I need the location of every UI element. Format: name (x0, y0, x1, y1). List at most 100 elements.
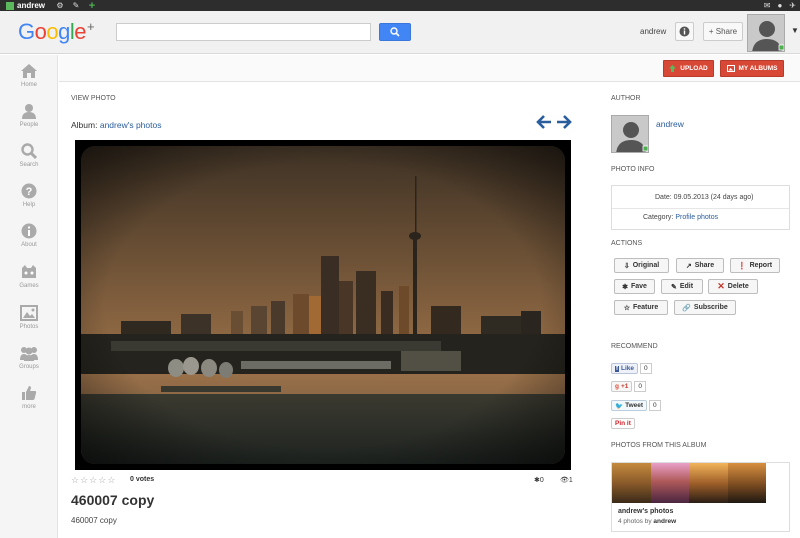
twitter-tweet[interactable]: 🐦 Tweet 0 (611, 400, 661, 411)
album-thumbnail[interactable] (689, 463, 728, 503)
sidebar: Home People Search ? Help About Games Ph… (0, 55, 58, 538)
facebook-like[interactable]: f Like 0 (611, 363, 652, 374)
info-icon (21, 223, 37, 239)
star-icon[interactable]: ☆ (89, 475, 97, 486)
wrench-icon[interactable]: ✈ (789, 1, 796, 10)
sidebar-item-photos[interactable]: Photos (0, 304, 58, 330)
album-link[interactable]: andrew's photos (100, 120, 162, 130)
star-icon[interactable]: ☆ (107, 475, 115, 486)
share-button[interactable]: + Share (703, 22, 743, 41)
album-prefix: Album: (71, 120, 98, 130)
album-card-title[interactable]: andrew's photos (618, 508, 673, 515)
delete-button[interactable]: ✕ Delete (708, 279, 758, 294)
chevron-down-icon[interactable]: ▼ (791, 26, 799, 35)
author-avatar[interactable] (611, 115, 649, 153)
sidebar-item-label: People (19, 122, 39, 128)
photo-frame (75, 140, 571, 470)
warning-icon: ❗ (737, 262, 747, 270)
sidebar-item-games[interactable]: Games (0, 263, 58, 289)
sidebar-item-label: Photos (19, 324, 39, 330)
header-username[interactable]: andrew (640, 27, 666, 36)
author-heading: AUTHOR (611, 95, 641, 102)
upload-icon (669, 65, 677, 72)
album-thumbnail[interactable] (727, 463, 766, 503)
report-button[interactable]: ❗ Report (730, 258, 780, 273)
add-icon[interactable]: + (87, 0, 97, 12)
fave-button[interactable]: ✱ Fave (614, 279, 655, 294)
sidebar-item-search[interactable]: Search (0, 142, 58, 168)
recommend-heading: RECOMMEND (611, 343, 658, 350)
user-icon[interactable]: ● (777, 1, 782, 10)
pin-it-button[interactable]: Pin it (611, 418, 635, 429)
star-rating[interactable]: ☆ ☆ ☆ ☆ ☆ (71, 475, 115, 486)
album-thumbnail[interactable] (612, 463, 651, 503)
album-card-author[interactable]: andrew (653, 518, 676, 525)
vote-count: 0 votes (130, 476, 155, 483)
sidebar-item-people[interactable]: People (0, 102, 58, 128)
star-icon[interactable]: ☆ (71, 475, 79, 486)
like-count: 0 (640, 363, 652, 374)
facebook-like-button[interactable]: f Like (611, 363, 639, 374)
sidebar-item-groups[interactable]: Groups (0, 344, 58, 370)
divider (612, 208, 789, 209)
actions-heading: ACTIONS (611, 240, 643, 247)
main-photo[interactable] (81, 146, 565, 464)
sidebar-item-help[interactable]: ? Help (0, 182, 58, 208)
star-icon[interactable]: ☆ (98, 475, 106, 486)
asterisk-icon: ✱ (622, 283, 628, 291)
author-name-link[interactable]: andrew (656, 119, 684, 129)
groups-icon (20, 347, 38, 361)
sidebar-item-label: Help (22, 202, 36, 208)
search-button[interactable] (379, 23, 411, 41)
sidebar-item-home[interactable]: Home (0, 62, 58, 88)
photo-date: Date: 09.05.2013 (24 days ago) (655, 194, 754, 201)
album-card[interactable]: andrew's photos 4 photos by andrew (611, 462, 790, 532)
edit-icon[interactable]: ✎ (71, 1, 81, 11)
avatar-silhouette-icon (748, 15, 784, 51)
green-square-icon (6, 1, 14, 10)
feature-button[interactable]: ☆ Feature (614, 300, 668, 315)
edit-button[interactable]: ✎ Edit (661, 279, 703, 294)
plusone-button[interactable]: g +1 (611, 381, 633, 392)
facebook-icon: f (615, 365, 619, 372)
upload-button[interactable]: UPLOAD (663, 60, 714, 77)
album-line: Album: andrew's photos (71, 120, 161, 130)
star-icon[interactable]: ☆ (80, 475, 88, 486)
category-link[interactable]: Profile photos (675, 214, 718, 221)
mail-icon[interactable]: ✉ (764, 1, 771, 10)
photo-info-heading: PHOTO INFO (611, 166, 655, 173)
home-icon (21, 64, 37, 78)
original-button[interactable]: ⇩ Original (614, 258, 669, 273)
sidebar-item-label: Games (19, 283, 39, 289)
search-icon (21, 143, 37, 159)
star-icon: ☆ (623, 304, 630, 312)
city-skyline-image (81, 146, 565, 464)
subscribe-button[interactable]: 🔗 Subscribe (674, 300, 736, 315)
album-thumbnail[interactable] (650, 463, 689, 503)
search-icon (390, 27, 400, 37)
topbar-username[interactable]: andrew (17, 1, 45, 10)
sidebar-item-about[interactable]: About (0, 222, 58, 248)
sidebar-item-label: About (21, 242, 37, 248)
share-icon: ↗ (685, 262, 692, 270)
tweet-button[interactable]: 🐦 Tweet (611, 400, 648, 411)
view-count: 👁1 (560, 477, 573, 484)
my-albums-label: MY ALBUMS (738, 65, 778, 72)
share-action-button[interactable]: ↗ Share (676, 258, 724, 273)
photo-info-box: Date: 09.05.2013 (24 days ago) Category:… (611, 185, 790, 230)
google-plus-logo[interactable]: Google+ (18, 19, 95, 45)
gear-icon[interactable]: ⚙ (55, 1, 65, 11)
album-thumbnails (612, 463, 766, 503)
google-plusone[interactable]: g +1 0 (611, 381, 647, 392)
avatar[interactable] (747, 14, 785, 52)
thumbs-up-icon (22, 386, 37, 400)
sidebar-item-more[interactable]: more (0, 384, 58, 410)
pinterest-pin[interactable]: Pin it (611, 418, 635, 429)
arrow-left-icon[interactable] (536, 114, 552, 130)
my-albums-button[interactable]: MY ALBUMS (720, 60, 784, 77)
photos-icon (20, 305, 38, 321)
arrow-right-icon[interactable] (556, 114, 572, 130)
photo-title: 460007 copy (71, 492, 155, 508)
info-button[interactable] (675, 22, 694, 41)
search-input[interactable] (116, 23, 371, 41)
